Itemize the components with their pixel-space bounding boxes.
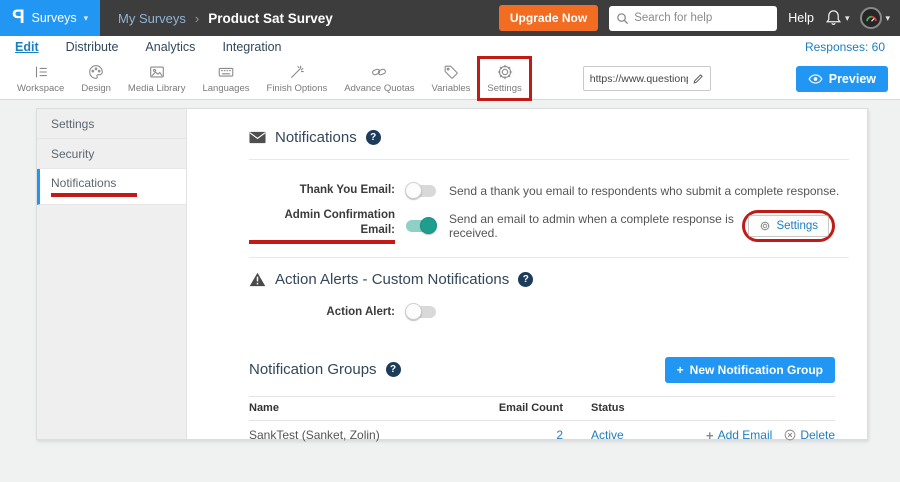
top-bar: P Surveys ▾ My Surveys › Product Sat Sur… — [0, 0, 900, 36]
page-title: Product Sat Survey — [208, 11, 333, 26]
gear-icon — [496, 63, 514, 81]
group-name: SankTest (Sanket, Zolin) — [249, 428, 471, 442]
sidebar-item-notifications[interactable]: Notifications — [37, 169, 186, 205]
notifications-content: Notifications ? Thank You Email: Send a … — [187, 109, 867, 439]
help-search[interactable] — [609, 6, 777, 31]
survey-tabs: Edit Distribute Analytics Integration Re… — [0, 36, 900, 58]
toolbar-item-finish-options[interactable]: Finish Options — [262, 61, 333, 96]
toolbar-item-languages[interactable]: Languages — [197, 61, 254, 96]
keyboard-icon — [217, 63, 235, 81]
add-email-link[interactable]: + Add Email — [706, 428, 772, 443]
search-icon — [616, 12, 629, 25]
thank-you-email-label: Thank You Email: — [249, 183, 395, 198]
responses-count[interactable]: Responses: 60 — [805, 40, 885, 54]
edit-pencil-icon[interactable] — [692, 73, 704, 85]
chevron-down-icon: ▾ — [845, 14, 850, 23]
divider — [249, 257, 849, 258]
breadcrumb-my-surveys[interactable]: My Surveys — [118, 11, 186, 26]
circle-x-icon — [784, 429, 796, 441]
bell-icon — [825, 9, 842, 27]
breadcrumb-separator: › — [195, 11, 199, 26]
notifications-section-heading: Notifications ? — [249, 129, 849, 146]
email-count-link[interactable]: 2 — [556, 428, 563, 442]
red-underline-annotation — [249, 240, 395, 244]
surveys-menu[interactable]: P Surveys ▾ — [0, 0, 100, 36]
help-link[interactable]: Help — [788, 11, 814, 25]
notification-groups-table: Name Email Count Status SankTest (Sanket… — [249, 396, 835, 451]
admin-confirmation-email-description: Send an email to admin when a complete r… — [449, 212, 742, 240]
search-input[interactable] — [634, 12, 770, 24]
tab-analytics[interactable]: Analytics — [145, 40, 195, 54]
red-box-annotation: Settings — [742, 210, 835, 242]
table-header-row: Name Email Count Status — [249, 396, 835, 421]
plus-icon: + — [706, 428, 714, 443]
survey-url-field[interactable] — [583, 66, 711, 91]
page-background: Settings Security Notifications Notifica… — [0, 108, 900, 482]
chevron-down-icon: ▾ — [885, 14, 890, 23]
plus-icon: + — [677, 363, 684, 377]
chain-link-icon — [370, 63, 388, 81]
divider — [249, 159, 849, 160]
sidebar-item-security[interactable]: Security — [37, 139, 186, 169]
toolbar-item-settings[interactable]: Settings — [482, 61, 526, 96]
table-row: SankTest (Sanket, Zolin) 2 Active + Add … — [249, 421, 835, 451]
workspace-icon — [32, 63, 50, 81]
section-title: Notification Groups — [249, 361, 377, 378]
toolbar-item-advance-quotas[interactable]: Advance Quotas — [339, 61, 419, 96]
red-underline-annotation — [51, 193, 137, 197]
survey-url-input[interactable] — [590, 73, 688, 85]
section-title: Notifications — [275, 129, 357, 146]
palette-icon — [87, 63, 105, 81]
toolbar-item-workspace[interactable]: Workspace — [12, 61, 69, 96]
section-title: Action Alerts - Custom Notifications — [275, 271, 509, 288]
surveys-menu-label: Surveys — [32, 11, 77, 25]
column-header-email-count: Email Count — [471, 402, 563, 414]
action-alert-toggle[interactable] — [406, 306, 436, 318]
help-icon[interactable]: ? — [518, 272, 533, 287]
action-alert-row: Action Alert: — [249, 295, 849, 330]
notifications-bell-button[interactable]: ▾ — [825, 9, 850, 27]
toolbar-item-media-library[interactable]: Media Library — [123, 61, 191, 96]
chevron-down-icon: ▾ — [84, 14, 89, 23]
thank-you-email-row: Thank You Email: Send a thank you email … — [249, 173, 849, 208]
image-icon — [148, 63, 166, 81]
magic-wand-icon — [288, 63, 306, 81]
admin-confirmation-email-toggle[interactable] — [406, 220, 436, 232]
help-icon[interactable]: ? — [366, 130, 381, 145]
sidebar-item-settings[interactable]: Settings — [37, 109, 186, 139]
tab-distribute[interactable]: Distribute — [66, 40, 119, 54]
settings-panel: Settings Security Notifications Notifica… — [36, 108, 868, 440]
notification-groups-heading: Notification Groups ? + New Notification… — [249, 357, 849, 383]
thank-you-email-description: Send a thank you email to respondents wh… — [449, 184, 839, 198]
column-header-name: Name — [249, 402, 471, 414]
tag-icon — [442, 63, 460, 81]
toolbar-item-design[interactable]: Design — [76, 61, 116, 96]
breadcrumb: My Surveys › Product Sat Survey — [118, 11, 333, 26]
account-menu-button[interactable]: ▾ — [860, 7, 890, 29]
gear-icon — [759, 220, 771, 232]
questionpro-logo-icon: P — [12, 7, 25, 29]
status-link[interactable]: Active — [591, 428, 624, 442]
preview-button[interactable]: Preview — [796, 66, 888, 92]
admin-confirmation-email-row: Admin Confirmation Email: Send an email … — [249, 208, 849, 244]
eye-icon — [808, 74, 823, 84]
toolbar-item-variables[interactable]: Variables — [427, 61, 476, 96]
avatar — [860, 7, 882, 29]
delete-link[interactable]: Delete — [784, 428, 835, 442]
edit-toolbar: Workspace Design Media Library Languages… — [0, 58, 900, 100]
warning-triangle-icon — [249, 272, 266, 287]
admin-email-settings-button[interactable]: Settings — [748, 215, 829, 237]
envelope-icon — [249, 131, 266, 144]
action-alerts-section-heading: Action Alerts - Custom Notifications ? — [249, 271, 849, 288]
tab-integration[interactable]: Integration — [222, 40, 281, 54]
admin-confirmation-email-label: Admin Confirmation Email: — [249, 208, 395, 244]
tab-edit[interactable]: Edit — [15, 40, 39, 54]
action-alert-label: Action Alert: — [249, 305, 395, 320]
settings-sidebar: Settings Security Notifications — [37, 109, 187, 439]
help-icon[interactable]: ? — [386, 362, 401, 377]
thank-you-email-toggle[interactable] — [406, 185, 436, 197]
new-notification-group-button[interactable]: + New Notification Group — [665, 357, 835, 383]
upgrade-now-button[interactable]: Upgrade Now — [499, 5, 598, 31]
column-header-status: Status — [563, 402, 667, 414]
